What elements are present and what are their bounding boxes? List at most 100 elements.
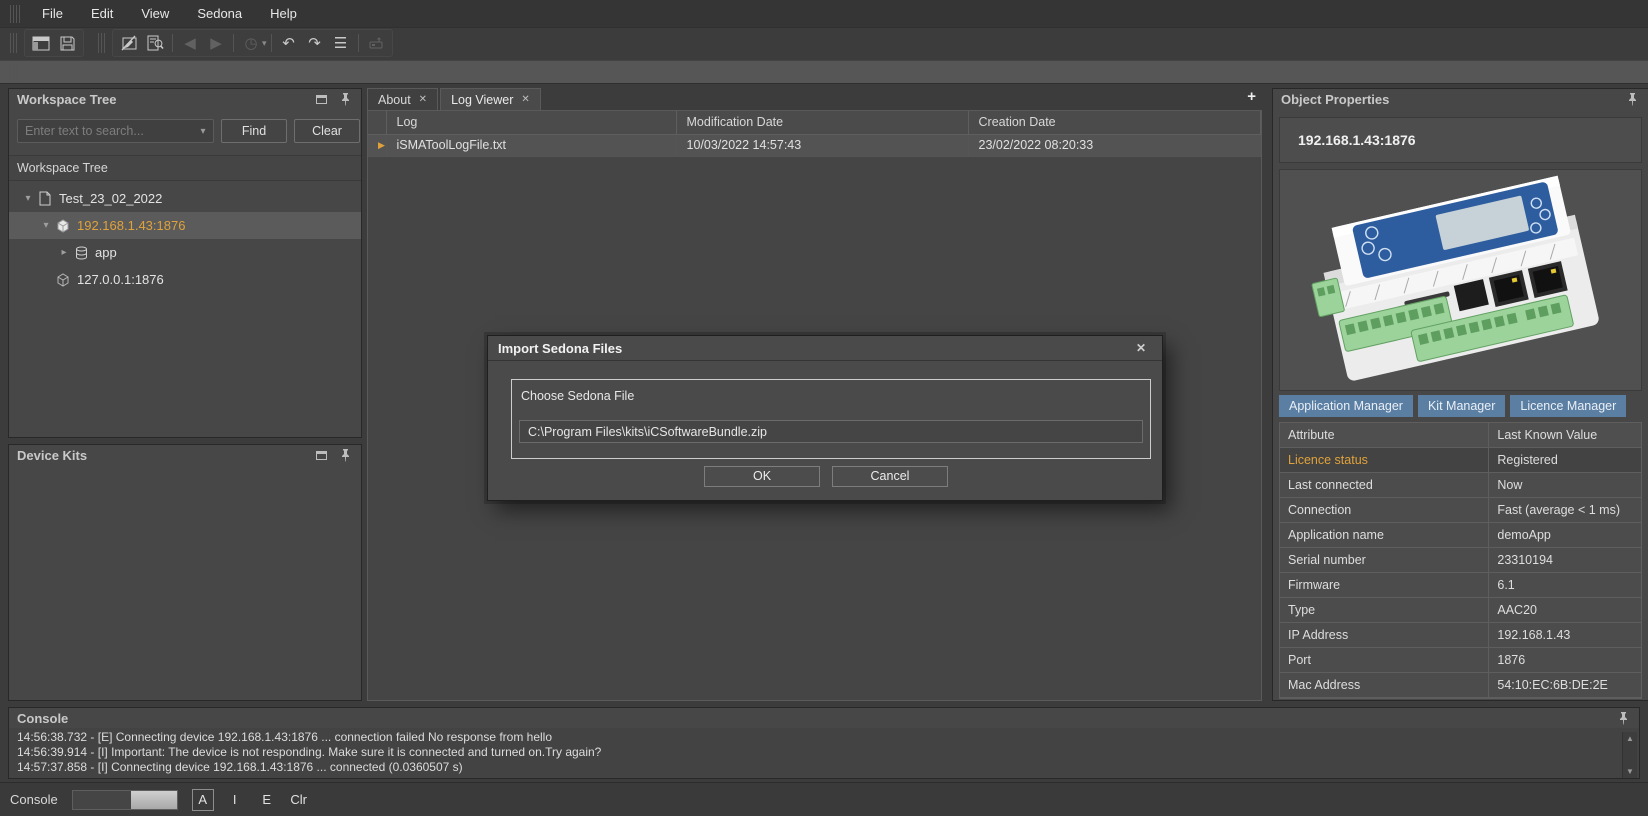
tab-label: Log Viewer — [451, 93, 513, 107]
col-creation-date[interactable]: Creation Date — [968, 111, 1261, 134]
float-window-icon[interactable] — [313, 448, 329, 462]
device-address-title: 192.168.1.43:1876 — [1279, 117, 1642, 163]
tree-search-row: ▾ Find Clear — [9, 109, 361, 151]
console-header: Console — [9, 708, 1639, 728]
expander-icon[interactable]: ▾ — [39, 220, 53, 231]
dialog-close-icon[interactable]: ✕ — [1130, 341, 1152, 355]
pin-icon[interactable] — [1615, 711, 1631, 725]
navigate-back-icon[interactable]: ◀ — [177, 31, 203, 55]
device-photo — [1279, 169, 1642, 391]
secondary-toolbar — [0, 60, 1648, 84]
search-input[interactable] — [18, 124, 193, 138]
col-attribute[interactable]: Attribute — [1280, 423, 1489, 447]
tree-node-app[interactable]: ▸ app — [9, 239, 361, 266]
log-table-row[interactable]: ▶ iSMAToolLogFile.txt 10/03/2022 14:57:4… — [368, 134, 1261, 156]
history-icon[interactable]: ◷ — [238, 31, 264, 55]
tree-node-device-selected[interactable]: ▾ 192.168.1.43:1876 — [9, 212, 361, 239]
redo-icon[interactable]: ↷ — [302, 31, 328, 55]
toolbar-grip-3[interactable] — [10, 62, 18, 82]
expander-icon[interactable]: ▾ — [21, 193, 35, 204]
pin-icon[interactable] — [337, 448, 353, 462]
object-properties-panel: Object Properties 192.168.1.43:1876 — [1272, 88, 1648, 701]
dialog-title-bar[interactable]: Import Sedona Files ✕ — [488, 336, 1162, 361]
tree-node-label: app — [95, 245, 117, 260]
menu-sedona[interactable]: Sedona — [183, 2, 256, 25]
scroll-up-icon[interactable]: ▲ — [1626, 734, 1634, 743]
clear-console-button[interactable]: Clr — [288, 789, 310, 811]
save-workspace-icon[interactable] — [54, 31, 80, 55]
find-button[interactable]: Find — [221, 119, 287, 143]
col-log[interactable]: Log — [386, 111, 676, 134]
attribute-row-serial-number[interactable]: Serial number 23310194 — [1280, 548, 1641, 573]
tab-log-viewer[interactable]: Log Viewer ✕ — [440, 88, 541, 110]
choose-sedona-file-group: Choose Sedona File — [511, 379, 1151, 459]
undo-icon[interactable]: ↶ — [276, 31, 302, 55]
console-title: Console — [17, 711, 68, 726]
console-log: 14:56:38.732 - [E] Connecting device 192… — [9, 728, 1639, 777]
tree-node-label: 192.168.1.43:1876 — [77, 218, 185, 233]
tree-section-label: Workspace Tree — [9, 155, 361, 181]
console-verbosity-slider[interactable] — [72, 790, 178, 810]
cancel-button[interactable]: Cancel — [832, 466, 948, 487]
navigate-forward-icon[interactable]: ▶ — [203, 31, 229, 55]
console-scrollbar[interactable]: ▲ ▼ — [1622, 732, 1637, 778]
dialog-title: Import Sedona Files — [498, 341, 622, 356]
add-tab-icon[interactable]: + — [1247, 88, 1256, 105]
filter-info-button[interactable]: I — [224, 789, 246, 811]
col-modification-date[interactable]: Modification Date — [676, 111, 968, 134]
pin-icon[interactable] — [1624, 92, 1640, 106]
log-created: 23/02/2022 08:20:33 — [968, 134, 1261, 156]
attribute-row-last-connected[interactable]: Last connected Now — [1280, 473, 1641, 498]
search-combo[interactable]: ▾ — [17, 119, 214, 143]
log-list-icon[interactable]: ☰ — [328, 31, 354, 55]
clear-button[interactable]: Clear — [294, 119, 360, 143]
col-last-known-value[interactable]: Last Known Value — [1489, 423, 1641, 447]
tab-close-icon[interactable]: ✕ — [419, 94, 427, 105]
licence-manager-button[interactable]: Licence Manager — [1510, 395, 1626, 417]
kit-manager-button[interactable]: Kit Manager — [1418, 395, 1505, 417]
console-line: 14:56:39.914 - [I] Important: The device… — [17, 745, 1631, 760]
device-upload-icon[interactable] — [363, 31, 389, 55]
tree-node-project[interactable]: ▾ Test_23_02_2022 — [9, 185, 361, 212]
attribute-row-ip-address[interactable]: IP Address 192.168.1.43 — [1280, 623, 1641, 648]
filter-all-button[interactable]: A — [192, 789, 214, 811]
menu-file[interactable]: File — [28, 2, 77, 25]
attribute-row-port[interactable]: Port 1876 — [1280, 648, 1641, 673]
attribute-row-licence-status[interactable]: Licence status Registered — [1280, 448, 1641, 473]
toolbar-grip-1[interactable] — [10, 33, 18, 53]
sedona-file-path-input[interactable] — [519, 420, 1143, 443]
row-expander-icon[interactable]: ▶ — [368, 134, 386, 156]
import-sedona-files-dialog: Import Sedona Files ✕ Choose Sedona File… — [487, 335, 1163, 501]
menubar-grip[interactable] — [10, 5, 20, 23]
tab-close-icon[interactable]: ✕ — [521, 94, 529, 105]
attribute-row-type[interactable]: Type AAC20 — [1280, 598, 1641, 623]
workspace-layout-icon[interactable] — [28, 31, 54, 55]
attribute-row-application-name[interactable]: Application name demoApp — [1280, 523, 1641, 548]
history-dropdown-icon[interactable]: ▾ — [262, 38, 267, 49]
tree-node-localhost[interactable]: 127.0.0.1:1876 — [9, 266, 361, 293]
device-icon — [53, 219, 73, 233]
attribute-row-firmware[interactable]: Firmware 6.1 — [1280, 573, 1641, 598]
menu-view[interactable]: View — [127, 2, 183, 25]
float-window-icon[interactable] — [313, 92, 329, 106]
scroll-down-icon[interactable]: ▼ — [1626, 767, 1634, 776]
tree-node-label: Test_23_02_2022 — [59, 191, 162, 206]
edit-mode-icon[interactable] — [116, 31, 142, 55]
attribute-row-connection[interactable]: Connection Fast (average < 1 ms) — [1280, 498, 1641, 523]
expander-icon[interactable]: ▸ — [57, 247, 71, 258]
menu-edit[interactable]: Edit — [77, 2, 127, 25]
log-table: Log Modification Date Creation Date ▶ iS… — [368, 111, 1261, 157]
tab-about[interactable]: About ✕ — [367, 88, 438, 110]
attributes-header-row: Attribute Last Known Value — [1280, 423, 1641, 448]
ok-button[interactable]: OK — [704, 466, 820, 487]
menu-help[interactable]: Help — [256, 2, 311, 25]
toolbar-grip-2[interactable] — [98, 33, 106, 53]
find-in-project-icon[interactable] — [142, 31, 168, 55]
attribute-row-mac-address[interactable]: Mac Address 54:10:EC:6B:DE:2E — [1280, 673, 1641, 698]
application-manager-button[interactable]: Application Manager — [1279, 395, 1413, 417]
tree-node-label: 127.0.0.1:1876 — [77, 272, 164, 287]
statusbar-console-label: Console — [10, 792, 58, 807]
filter-error-button[interactable]: E — [256, 789, 278, 811]
search-dropdown-icon[interactable]: ▾ — [193, 126, 213, 137]
pin-icon[interactable] — [337, 92, 353, 106]
